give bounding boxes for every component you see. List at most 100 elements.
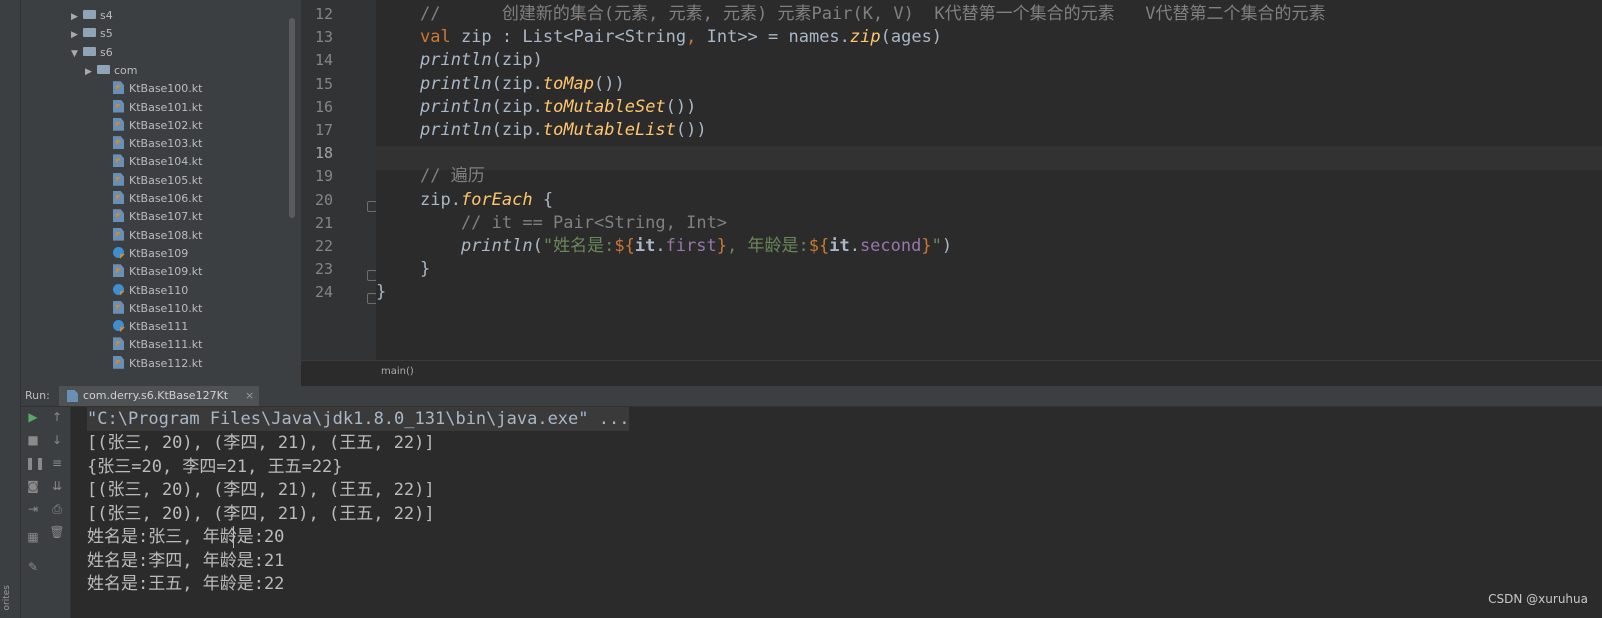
line-number: 14 [314, 51, 333, 70]
console-output-line: [(张三, 20), (李四, 21), (王五, 22)] [87, 480, 435, 500]
chevron-right-icon[interactable]: ▶ [71, 26, 83, 44]
tree-item-label: KtBase111.kt [129, 338, 203, 352]
tree-item-label: KtBase102.kt [129, 118, 203, 132]
console-output-line: 姓名是:李四, 年龄是:21 [87, 550, 285, 571]
code-token: ()) [665, 96, 697, 117]
tree-item-label: KtBase110 [129, 283, 189, 297]
tree-item-label: KtBase105.kt [129, 173, 203, 187]
kotlin-class-icon [113, 283, 124, 295]
breadcrumb-item-main[interactable]: main() [381, 366, 414, 377]
tree-item[interactable]: KtBase104.kt [113, 153, 203, 171]
folder-icon [83, 28, 96, 38]
chevron-right-icon[interactable]: ▶ [71, 8, 83, 26]
line-number: 16 [314, 97, 333, 116]
tree-item[interactable]: ▶ s4 [71, 7, 113, 25]
scroll-up-icon[interactable]: ↑ [49, 409, 65, 425]
code-line: println(zip) [420, 49, 543, 72]
run-console[interactable]: "C:\Program Files\Java\jdk1.8.0_131\bin\… [71, 407, 1602, 618]
close-icon[interactable]: × [245, 389, 254, 402]
code-line: println(zip.toMutableList()) [420, 119, 707, 142]
code-token: ${ [808, 236, 830, 256]
line-number: 12 [314, 5, 333, 23]
kotlin-file-icon [67, 390, 78, 402]
code-token: zip [849, 27, 881, 48]
tree-item-label: s6 [100, 45, 113, 59]
tree-item[interactable]: ▼ s6 [71, 44, 113, 62]
scroll-down-icon[interactable]: ↓ [49, 432, 65, 448]
console-output-line: {张三=20, 李四=21, 王五=22} [87, 456, 343, 477]
trash-icon[interactable]: 🗑 [49, 524, 65, 540]
code-token: // it == Pair<String, Int> [420, 212, 728, 233]
tree-item[interactable]: KtBase100.kt [113, 80, 203, 98]
code-token: val [420, 27, 461, 48]
print-icon[interactable]: ⎙ [49, 501, 65, 517]
scroll-to-end-icon[interactable]: ⇊ [49, 478, 65, 494]
tree-item[interactable]: KtBase111.kt [113, 336, 203, 354]
line-number: 13 [314, 28, 333, 47]
tree-item-label: KtBase109.kt [129, 265, 203, 279]
chevron-down-icon[interactable]: ▼ [71, 45, 83, 63]
pin-icon[interactable]: ✎ [25, 559, 41, 575]
code-line: // 创建新的集合(元素, 元素, 元素) 元素Pair(K, V) K代替第一… [420, 3, 1326, 26]
stop-icon[interactable]: ■ [25, 432, 41, 448]
code-editor[interactable]: // 创建新的集合(元素, 元素, 元素) 元素Pair(K, V) K代替第一… [376, 0, 1602, 360]
console-output-line: 姓名是:张三, 年龄是:20 [87, 527, 285, 547]
line-number: 22 [314, 237, 333, 255]
code-token: zip. [420, 189, 461, 210]
tree-item[interactable]: KtBase103.kt [113, 135, 203, 153]
favorites-tab-label[interactable]: orites [2, 585, 12, 610]
tree-item[interactable]: ▶ com [85, 62, 138, 80]
tree-item[interactable]: KtBase108.kt [113, 227, 203, 245]
editor-breadcrumb: main() [301, 360, 1602, 387]
rerun-icon[interactable]: ▶ [25, 409, 41, 425]
tree-item[interactable]: KtBase101.kt [113, 99, 203, 117]
tree-item[interactable]: KtBase102.kt [113, 117, 203, 135]
kotlin-file-icon [113, 81, 124, 95]
tree-item-label: KtBase110.kt [129, 301, 203, 315]
code-token: . [655, 236, 666, 256]
tree-item[interactable]: KtBase110.kt [113, 300, 203, 318]
tree-item[interactable]: KtBase109.kt [113, 263, 203, 281]
run-config-tab[interactable]: com.derry.s6.KtBase127Kt × [59, 386, 259, 406]
code-token: toMap [542, 73, 595, 94]
code-token: "姓名是: [542, 236, 615, 256]
tree-item-label: KtBase111 [129, 320, 189, 334]
tree-item[interactable]: ▶ s5 [71, 25, 113, 43]
run-panel-label: Run: [25, 389, 50, 402]
console-output-line: [(张三, 20), (李四, 21), (王五, 22)] [87, 503, 435, 524]
code-token: toMutableSet [542, 96, 666, 117]
exit-icon[interactable]: ⇥ [25, 501, 41, 517]
tree-item-label: KtBase108.kt [129, 228, 203, 242]
code-token: println [420, 73, 492, 94]
tree-item[interactable]: KtBase111 [113, 318, 188, 336]
pause-icon[interactable]: ❚❚ [25, 455, 45, 471]
tree-item[interactable]: KtBase110 [113, 282, 188, 300]
line-number: 18 [314, 144, 333, 163]
console-command-line: "C:\Program Files\Java\jdk1.8.0_131\bin\… [87, 407, 630, 431]
project-tree-scrollbar[interactable] [289, 18, 295, 218]
kotlin-class-icon [113, 246, 124, 258]
layout-icon[interactable]: ▦ [25, 529, 41, 545]
tree-item[interactable]: KtBase112.kt [113, 355, 203, 373]
kotlin-file-icon [113, 355, 124, 369]
code-token: ()) [675, 120, 707, 140]
tree-item-label: KtBase104.kt [129, 155, 203, 169]
tree-item-label: s5 [100, 27, 113, 41]
tree-item[interactable]: KtBase107.kt [113, 208, 203, 226]
tree-item[interactable]: KtBase105.kt [113, 172, 203, 190]
code-token: (zip) [491, 50, 543, 71]
chevron-right-icon[interactable]: ▶ [85, 63, 97, 81]
tree-item[interactable]: KtBase106.kt [113, 190, 203, 208]
console-output-line: 姓名是:王五, 年龄是:22 [87, 574, 285, 594]
tree-item[interactable]: KtBase109 [113, 245, 188, 263]
folder-icon [97, 64, 110, 74]
code-line: zip.forEach { [420, 189, 553, 212]
code-line: // 遍历 [420, 165, 485, 188]
left-tool-strip: orites [0, 0, 21, 618]
code-token: first [665, 236, 717, 256]
kotlin-file-icon [113, 99, 124, 113]
camera-icon[interactable]: ◙ [25, 478, 41, 494]
line-number: 21 [314, 213, 333, 232]
soft-wrap-icon[interactable]: ≡ [49, 455, 65, 471]
code-line: // it == Pair<String, Int> [420, 212, 727, 235]
